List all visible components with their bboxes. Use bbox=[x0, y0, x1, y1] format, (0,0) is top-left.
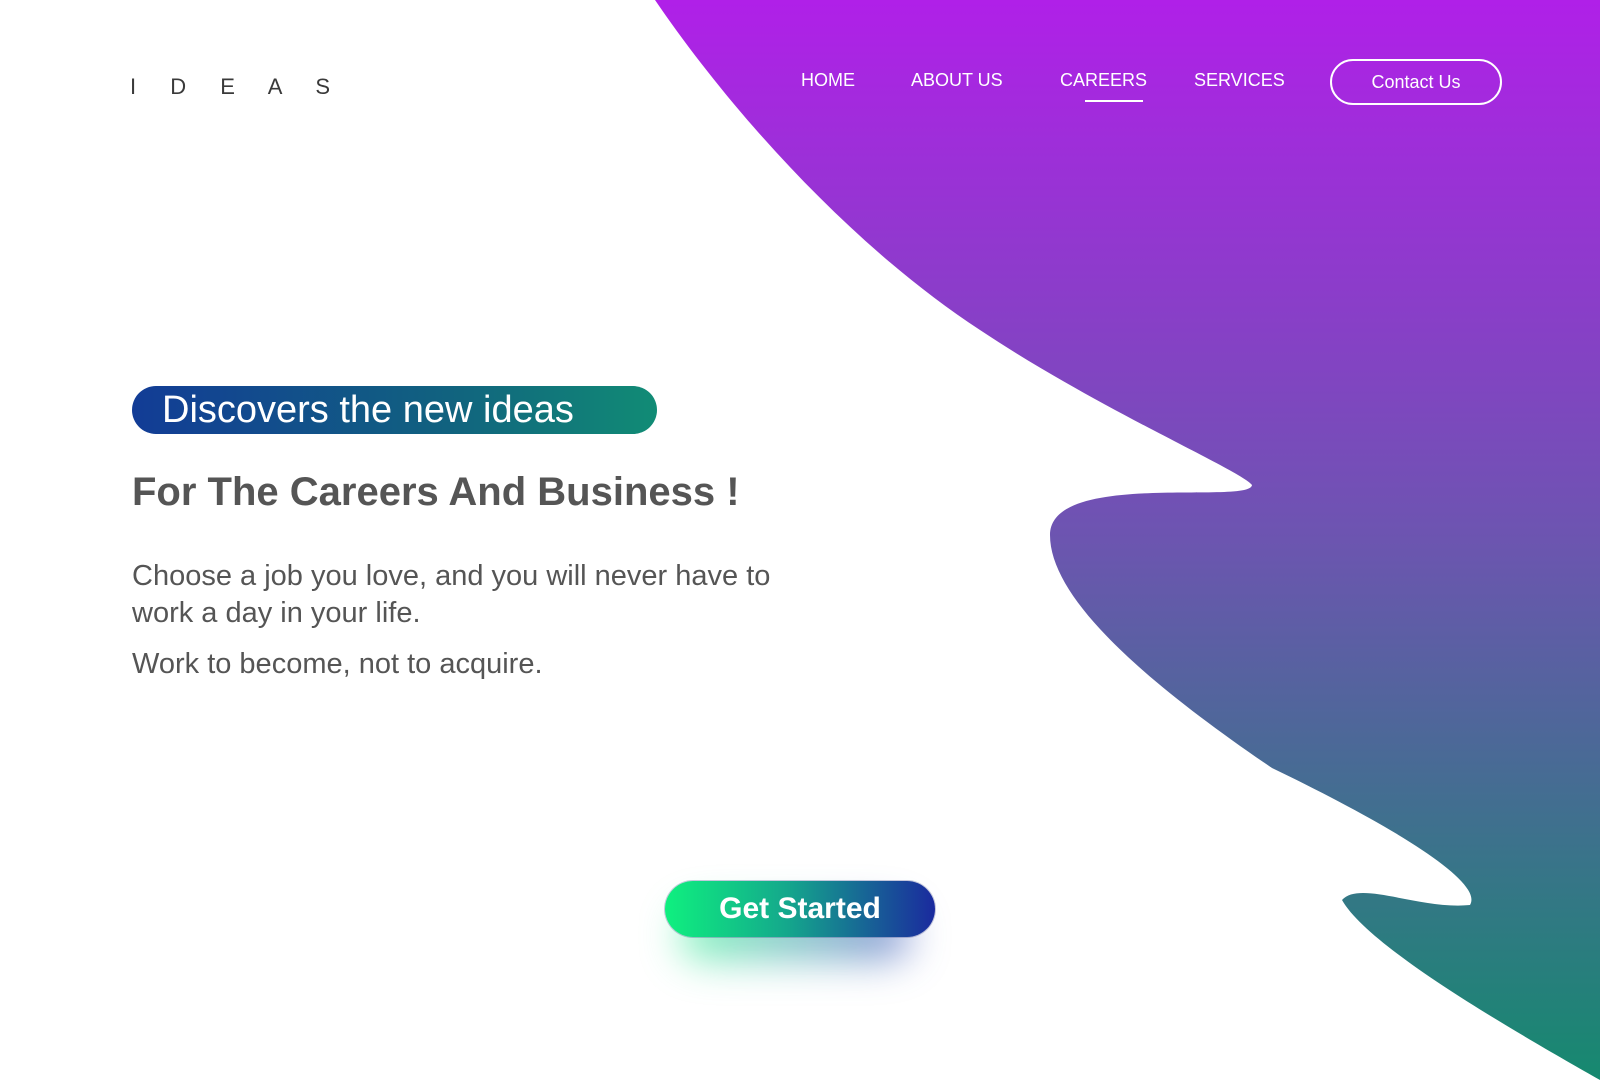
logo[interactable]: I D E A S bbox=[130, 74, 344, 100]
active-nav-underline bbox=[1085, 100, 1143, 102]
get-started-button[interactable]: Get Started bbox=[665, 881, 935, 937]
hero-quote-1: Choose a job you love, and you will neve… bbox=[132, 560, 771, 629]
nav-item-careers[interactable]: CAREERS bbox=[1060, 70, 1148, 102]
nav-item-services[interactable]: SERVICES bbox=[1194, 70, 1285, 91]
contact-us-button[interactable]: Contact Us bbox=[1330, 59, 1502, 105]
hero-quote-2: Work to become, not to acquire. bbox=[132, 648, 543, 680]
nav-item-about-us[interactable]: ABOUT US bbox=[911, 70, 1003, 91]
nav-item-home[interactable]: HOME bbox=[801, 70, 855, 91]
nav-item-careers-label: CAREERS bbox=[1060, 70, 1148, 90]
hero-headline: For The Careers And Business ! bbox=[132, 470, 740, 514]
tagline-pill: Discovers the new ideas bbox=[132, 386, 657, 434]
landing-page: I D E A S HOME ABOUT US CAREERS SERVICES… bbox=[0, 0, 1600, 1080]
main-nav: HOME ABOUT US CAREERS SERVICES Contact U… bbox=[780, 59, 1502, 110]
